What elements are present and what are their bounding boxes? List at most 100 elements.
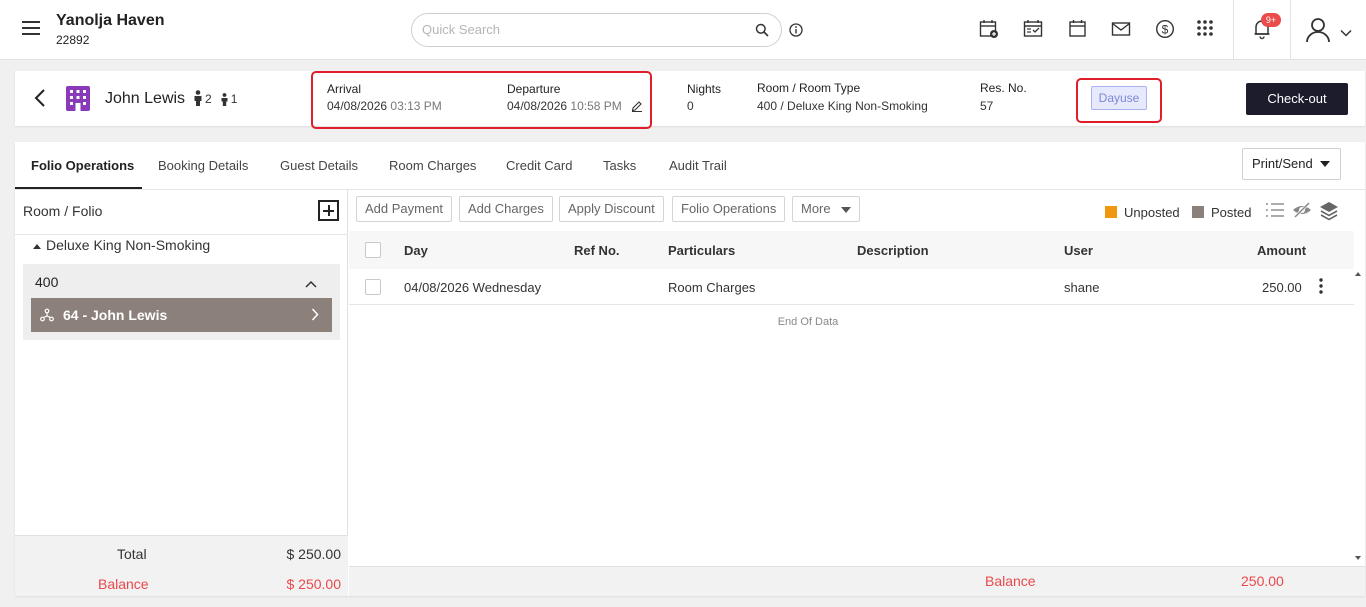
- tab-booking-details[interactable]: Booking Details: [158, 158, 248, 173]
- child-icon: [221, 93, 228, 106]
- search-icon[interactable]: [755, 23, 769, 40]
- arrival-date: 04/08/2026: [327, 99, 388, 113]
- room-folio-pane: Room / Folio Deluxe King Non-Smoking 400…: [15, 190, 348, 596]
- resno-value: 57: [980, 99, 994, 113]
- caret-down-icon: [1320, 161, 1330, 167]
- nights-label: Nights: [687, 82, 722, 96]
- tab-audit-trail[interactable]: Audit Trail: [669, 158, 727, 173]
- folio-panel: Folio Operations Booking Details Guest D…: [15, 142, 1365, 596]
- footer-balance-value: 250.00: [1241, 573, 1284, 589]
- nights-value: 0: [687, 99, 694, 113]
- cell-amount: 250.00: [1262, 280, 1302, 295]
- arrival-label: Arrival: [327, 82, 362, 96]
- legend-unposted: Unposted: [1105, 205, 1180, 220]
- column-particulars[interactable]: Particulars: [668, 243, 735, 258]
- chevron-down-icon[interactable]: [1340, 25, 1352, 40]
- room-label: Room / Room Type: [757, 81, 861, 95]
- notification-badge: 9+: [1261, 13, 1281, 27]
- footer-balance-label: Balance: [985, 573, 1036, 589]
- active-tab-indicator: [15, 187, 142, 189]
- room-folio-title: Room / Folio: [23, 203, 103, 219]
- tab-room-charges[interactable]: Room Charges: [389, 158, 476, 173]
- tab-tasks[interactable]: Tasks: [603, 158, 636, 173]
- adult-count: 2: [205, 92, 212, 106]
- room-number: 400: [35, 274, 59, 290]
- navbar-divider: [1290, 0, 1291, 60]
- folio-item[interactable]: 64 - John Lewis: [31, 298, 332, 332]
- end-of-data: End Of Data: [777, 316, 839, 328]
- child-count: 1: [230, 92, 238, 106]
- navbar-divider: [1233, 0, 1234, 60]
- mail-icon[interactable]: [1111, 19, 1131, 42]
- add-charges-button[interactable]: Add Charges: [459, 196, 553, 222]
- resno-label: Res. No.: [980, 81, 1027, 95]
- calendar-icon[interactable]: [1068, 19, 1088, 42]
- room-type-group[interactable]: Deluxe King Non-Smoking: [33, 237, 210, 253]
- top-navbar: Yanolja Haven 22892 $ 9+: [0, 0, 1366, 60]
- list-view-icon[interactable]: [1265, 201, 1285, 222]
- hide-icon[interactable]: [1292, 201, 1312, 222]
- transactions-pane: Add Payment Add Charges Apply Discount F…: [349, 190, 1365, 596]
- legend-posted-label: Posted: [1211, 205, 1252, 220]
- total-value: $ 250.00: [286, 546, 342, 562]
- status-badge: Dayuse: [1091, 86, 1147, 110]
- departure-time: 10:58 PM: [570, 99, 622, 113]
- column-user[interactable]: User: [1064, 243, 1093, 258]
- add-payment-button[interactable]: Add Payment: [356, 196, 453, 222]
- checkout-button[interactable]: Check-out: [1246, 83, 1348, 115]
- reservation-header: John Lewis 2 1 Arrival 04/08/2026 03:13 …: [15, 71, 1365, 129]
- column-description[interactable]: Description: [857, 243, 929, 258]
- column-day[interactable]: Day: [404, 243, 428, 258]
- hotel-code: 22892: [56, 33, 90, 47]
- tab-folio-operations[interactable]: Folio Operations: [31, 158, 134, 173]
- select-all-checkbox[interactable]: [365, 242, 381, 258]
- back-arrow-icon[interactable]: [33, 88, 47, 111]
- guest-name: John Lewis: [105, 90, 186, 107]
- apply-discount-button[interactable]: Apply Discount: [559, 196, 664, 222]
- tab-guest-details[interactable]: Guest Details: [280, 158, 358, 173]
- folio-operations-button[interactable]: Folio Operations: [672, 196, 786, 222]
- hotel-name: Yanolja Haven: [56, 12, 165, 29]
- more-vertical-icon[interactable]: [1319, 278, 1323, 297]
- calendar-check-icon[interactable]: [1023, 19, 1043, 42]
- balance-label: Balance: [98, 576, 149, 592]
- chevron-right-icon: [311, 308, 319, 324]
- scroll-up-arrow[interactable]: [1355, 272, 1361, 276]
- folio-label: 64 - John Lewis: [63, 307, 168, 323]
- legend-unposted-label: Unposted: [1124, 205, 1180, 220]
- user-icon[interactable]: [1305, 17, 1331, 46]
- search-input[interactable]: [422, 22, 742, 37]
- caret-down-icon: [840, 206, 851, 213]
- row-checkbox[interactable]: [365, 279, 381, 295]
- arrival-value: 04/08/2026 03:13 PM: [327, 99, 442, 113]
- menu-icon[interactable]: [22, 21, 40, 35]
- balance-value: $ 250.00: [286, 576, 342, 592]
- guest-count: 2 1: [193, 90, 243, 106]
- apps-grid-icon[interactable]: [1196, 19, 1214, 40]
- more-dropdown[interactable]: More: [792, 196, 860, 222]
- arrival-time: 03:13 PM: [390, 99, 442, 113]
- chevron-up-icon[interactable]: [305, 276, 317, 291]
- total-label: Total: [117, 546, 147, 562]
- add-reservation-icon[interactable]: [979, 19, 999, 42]
- cell-day: 04/08/2026 Wednesday: [404, 280, 542, 295]
- legend-posted: Posted: [1192, 205, 1251, 220]
- svg-text:$: $: [1162, 22, 1169, 36]
- cell-user: shane: [1064, 280, 1100, 295]
- room-type-label: Deluxe King Non-Smoking: [46, 237, 211, 253]
- print-send-dropdown[interactable]: Print/Send: [1242, 148, 1341, 180]
- column-ref-no[interactable]: Ref No.: [574, 243, 620, 258]
- add-folio-icon[interactable]: [318, 200, 339, 221]
- dollar-icon[interactable]: $: [1155, 19, 1175, 42]
- room-value: 400 / Deluxe King Non-Smoking: [757, 99, 928, 113]
- column-amount[interactable]: Amount: [1257, 243, 1306, 258]
- layers-icon[interactable]: [1319, 201, 1339, 224]
- adult-icon: [194, 90, 202, 106]
- scroll-down-arrow[interactable]: [1355, 556, 1361, 560]
- table-header: Day Ref No. Particulars Description User…: [349, 231, 1354, 269]
- info-icon[interactable]: [789, 23, 803, 40]
- table-row[interactable]: 04/08/2026 Wednesday Room Charges shane …: [349, 269, 1354, 305]
- edit-pencil-icon[interactable]: [631, 100, 643, 115]
- quick-search: [411, 13, 782, 47]
- tab-credit-card[interactable]: Credit Card: [506, 158, 572, 173]
